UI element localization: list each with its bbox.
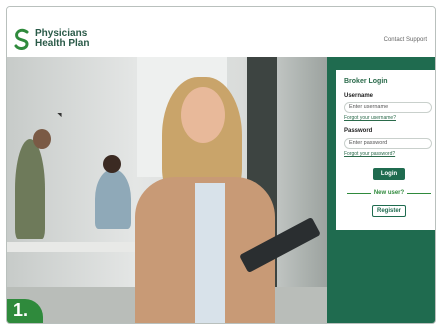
step-badge-label: 1. xyxy=(13,300,29,320)
background-person xyxy=(95,169,131,229)
physicians-health-plan-logo-icon xyxy=(14,28,29,50)
office-table xyxy=(7,242,147,252)
password-label: Password xyxy=(344,128,373,134)
logo-line-2: Health Plan xyxy=(35,38,90,49)
password-input[interactable]: Enter password xyxy=(344,138,432,149)
broker-login-card: Broker Login Username Enter username For… xyxy=(336,70,435,230)
browser-frame: Physicians Health Plan Contact Support 1… xyxy=(6,6,436,324)
login-button[interactable]: Login xyxy=(373,168,405,180)
background-person-head xyxy=(103,155,121,173)
login-title: Broker Login xyxy=(344,78,388,85)
new-user-text: New user? xyxy=(373,190,405,196)
logo[interactable]: Physicians Health Plan xyxy=(13,28,89,50)
register-button[interactable]: Register xyxy=(372,205,406,217)
divider-line-right xyxy=(407,192,431,194)
forgot-username-link[interactable]: Forgot your username? xyxy=(344,115,396,121)
background-person-head xyxy=(33,129,51,149)
site-header: Physicians Health Plan Contact Support xyxy=(7,7,435,57)
logo-text: Physicians Health Plan xyxy=(35,29,89,49)
username-label: Username xyxy=(344,93,374,99)
username-input[interactable]: Enter username xyxy=(344,102,432,113)
new-user-divider: New user? xyxy=(344,188,434,198)
background-person xyxy=(15,139,45,239)
divider-line-left xyxy=(347,192,371,194)
woman-shirt xyxy=(195,183,225,323)
contact-support-link[interactable]: Contact Support xyxy=(384,37,427,43)
woman-face xyxy=(181,87,225,143)
forgot-password-link[interactable]: Forgot your password? xyxy=(344,151,395,157)
